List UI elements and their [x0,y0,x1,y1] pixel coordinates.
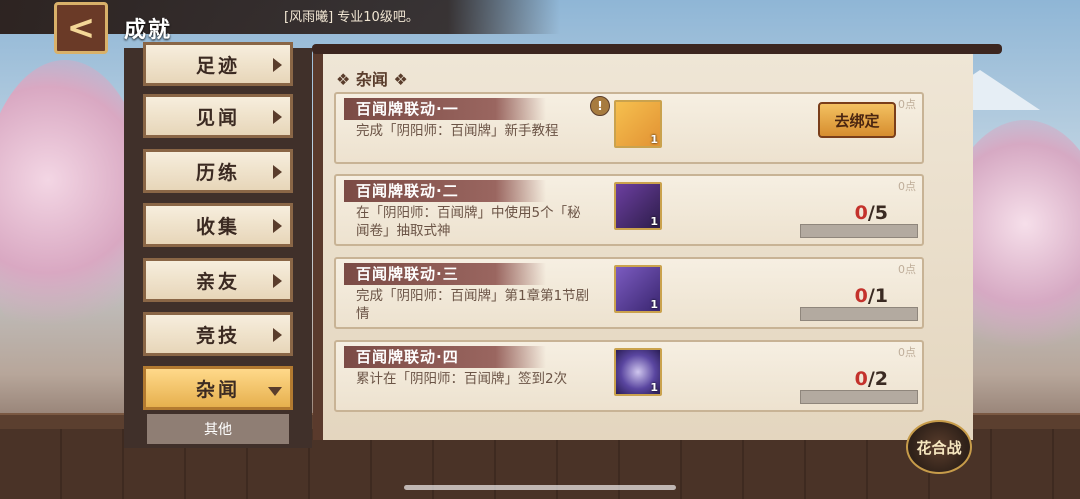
sidebar-item-arena[interactable]: 竞技 [143,312,293,356]
card-description: 在「阴阳师：百闻牌」中使用5个「秘闻卷」抽取式神 [356,205,581,239]
card-description: 累计在「阴阳师：百闻牌」签到2次 [356,371,568,387]
card-description: 完成「阴阳师：百闻牌」新手教程 [356,123,559,139]
progress-total: /2 [867,368,888,390]
progress-text: 0/1 [855,285,888,307]
achievement-card[interactable]: 百闻牌联动·三 完成「阴阳师：百闻牌」第1章第1节剧情 1 0点 0/1 [334,257,924,329]
progress-total: /1 [867,285,888,307]
progress-text: 0/2 [855,368,888,390]
badge-label: 花合战 [916,438,962,457]
chevron-right-icon [273,165,282,179]
reward-quantity: 1 [650,133,658,146]
progress-bar [800,307,918,321]
chevron-right-icon [273,328,282,342]
sidebar-item-label: 历练 [195,161,240,184]
alert-icon[interactable]: ! [590,96,610,116]
reward-quantity: 1 [650,298,658,311]
chevron-right-icon [273,58,282,72]
home-indicator[interactable] [404,485,676,490]
flower-battle-button[interactable]: 花合战 [906,420,972,474]
achievement-card[interactable]: 百闻牌联动·四 累计在「阴阳师：百闻牌」签到2次 1 0点 0/2 [334,340,924,412]
progress-total: /5 [867,202,888,224]
moon-card-icon[interactable]: 1 [614,348,662,396]
sidebar-item-label: 杂闻 [195,378,240,401]
progress-current: 0 [854,202,868,224]
sidebar-item-collection[interactable]: 收集 [143,203,293,247]
sidebar-item-label: 足迹 [195,54,240,77]
sidebar-item-experience[interactable]: 历练 [143,149,293,193]
chevron-right-icon [273,219,282,233]
sidebar-subitem-label: 其他 [204,422,232,438]
chat-message[interactable]: [风雨曦] 专业10级吧。 [284,6,419,25]
sidebar-item-label: 见闻 [195,106,240,129]
progress-current: 0 [854,368,868,390]
sidebar-item-insight[interactable]: 见闻 [143,94,293,138]
sidebar-item-friends[interactable]: 亲友 [143,258,293,302]
points-label: 0点 [898,98,916,111]
sidebar-subitem-other[interactable]: 其他 [147,414,289,444]
progress-bar [800,390,918,404]
sidebar-item-label: 收集 [195,215,240,238]
points-label: 0点 [898,346,916,359]
card-title: 百闻牌联动·四 [344,346,546,368]
sidebar-item-label: 亲友 [195,270,240,293]
chevron-down-icon [268,387,282,396]
bind-button[interactable]: 去绑定 [818,102,896,138]
sidebar: 足迹 见闻 历练 收集 亲友 竞技 杂闻 其他 [124,42,312,448]
chevron-right-icon [273,110,282,124]
achievement-card[interactable]: 百闻牌联动·二 在「阴阳师：百闻牌」中使用5个「秘闻卷」抽取式神 1 0点 0/… [334,174,924,246]
card-title: 百闻牌联动·一 [344,98,546,120]
chevron-right-icon [273,274,282,288]
progress-bar [800,224,918,238]
card-description: 完成「阴阳师：百闻牌」第1章第1节剧情 [356,288,590,322]
points-label: 0点 [898,180,916,193]
sidebar-item-label: 竞技 [195,324,240,347]
reward-quantity: 1 [650,381,658,394]
fox-cat-card-icon[interactable]: 1 [614,100,662,148]
fox-card-icon[interactable]: 1 [614,265,662,313]
back-arrow-icon: < [66,8,96,48]
section-title: ❖ 杂闻 ❖ [336,70,408,89]
progress-text: 0/5 [855,202,888,224]
sidebar-item-misc[interactable]: 杂闻 [143,366,293,410]
sidebar-item-footprint[interactable]: 足迹 [143,42,293,86]
card-title: 百闻牌联动·二 [344,180,546,202]
progress-current: 0 [854,285,868,307]
page-title: 成就 [124,18,173,43]
points-label: 0点 [898,263,916,276]
scroll-rod [312,44,1002,54]
group-card-icon[interactable]: 1 [614,182,662,230]
achievement-card[interactable]: 百闻牌联动·一 ! 完成「阴阳师：百闻牌」新手教程 1 0点 去绑定 [334,92,924,164]
reward-quantity: 1 [650,215,658,228]
card-title: 百闻牌联动·三 [344,263,546,285]
back-button[interactable]: < [54,2,108,54]
